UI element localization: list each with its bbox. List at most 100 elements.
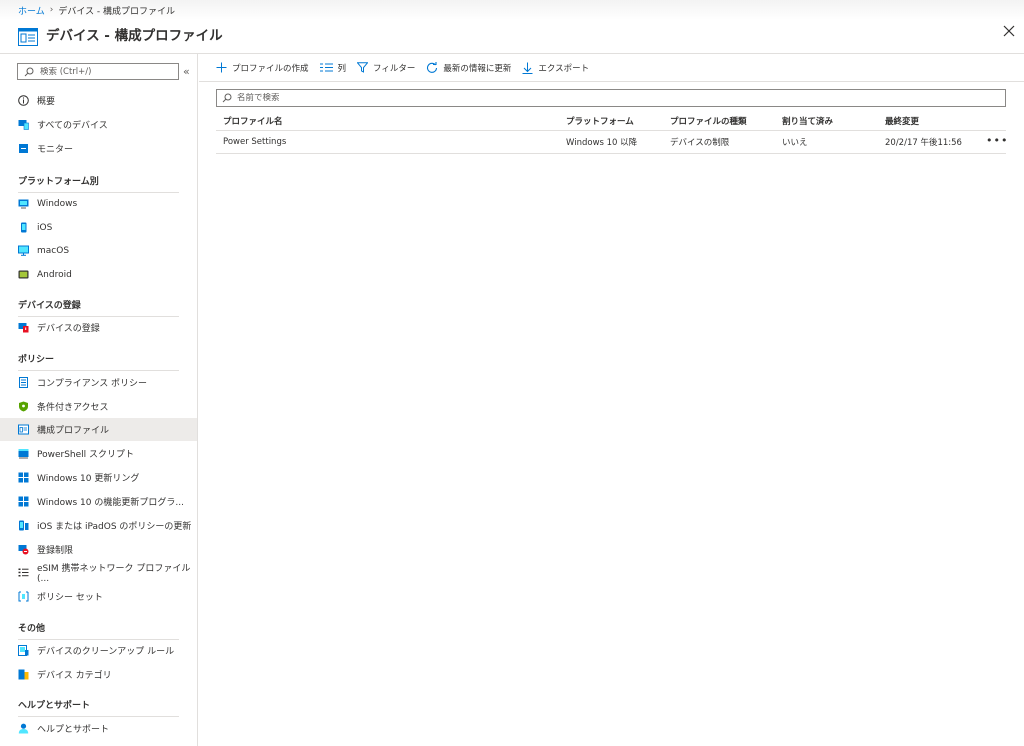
sidebar-item-label: モニター bbox=[37, 145, 74, 155]
sidebar-search[interactable] bbox=[17, 63, 179, 80]
columns-label: 列 bbox=[337, 63, 347, 74]
ios-device-icon bbox=[21, 222, 27, 233]
page-title: デバイス - 構成プロファイル bbox=[46, 28, 223, 44]
sidebar-item-powershell[interactable]: PowerShell スクリプト bbox=[0, 442, 197, 465]
sidebar-item-label: 条件付きアクセス bbox=[37, 403, 109, 413]
sidebar-item-windows[interactable]: Windows bbox=[0, 192, 197, 215]
filter-icon bbox=[357, 62, 369, 73]
search-icon bbox=[24, 67, 34, 76]
sidebar-item-label: Android bbox=[37, 269, 72, 280]
refresh-icon bbox=[427, 61, 438, 73]
title-bar: デバイス - 構成プロファイル bbox=[0, 20, 1024, 54]
export-button[interactable]: エクスポート bbox=[522, 62, 589, 74]
sidebar-item-label: ヘルプとサポート bbox=[37, 725, 110, 735]
android-device-icon bbox=[18, 270, 29, 279]
col-header-platform[interactable]: プラットフォーム bbox=[566, 115, 634, 127]
sidebar-item-conditional-access[interactable]: 条件付きアクセス bbox=[0, 395, 197, 418]
sidebar-item-enroll-devices[interactable]: デバイスの登録 bbox=[0, 316, 197, 339]
sidebar-item-label: 構成プロファイル bbox=[37, 426, 110, 436]
policy-set-icon bbox=[18, 591, 29, 602]
breadcrumb-home-link[interactable]: ホーム bbox=[18, 4, 45, 17]
sidebar: « 概要 すべてのデバイス モニター プラットフォーム別 Windows iOS… bbox=[0, 54, 198, 746]
search-icon bbox=[222, 93, 232, 103]
assigned-cell: いいえ bbox=[782, 138, 808, 148]
sidebar-item-label: iOS bbox=[37, 222, 53, 233]
sidebar-item-device-categories[interactable]: デバイス カテゴリ bbox=[0, 663, 197, 686]
columns-button[interactable]: 列 bbox=[319, 62, 347, 74]
sidebar-item-all-devices[interactable]: すべてのデバイス bbox=[0, 113, 197, 136]
compliance-icon bbox=[19, 377, 28, 388]
sidebar-item-android[interactable]: Android bbox=[0, 263, 197, 286]
sidebar-item-windows-update-rings[interactable]: Windows 10 更新リング bbox=[0, 466, 197, 489]
powershell-icon bbox=[18, 449, 29, 459]
sidebar-item-windows-feature-updates[interactable]: Windows 10 の機能更新プログラ... bbox=[0, 490, 197, 513]
breadcrumb: ホーム › デバイス - 構成プロファイル bbox=[0, 0, 1024, 20]
config-profile-icon bbox=[18, 28, 38, 46]
breadcrumb-current: デバイス - 構成プロファイル bbox=[58, 6, 176, 17]
section-other: その他 bbox=[18, 621, 179, 640]
ios-update-icon bbox=[19, 520, 29, 531]
refresh-label: 最新の情報に更新 bbox=[443, 63, 512, 74]
main-content: プロファイルの作成 列 フィルター 最新の情報に更新 エクスポート プロファイル… bbox=[199, 54, 1024, 746]
sidebar-item-label: すべてのデバイス bbox=[37, 121, 108, 131]
collapse-sidebar-button[interactable]: « bbox=[183, 65, 190, 78]
toolbar: プロファイルの作成 列 フィルター 最新の情報に更新 エクスポート bbox=[199, 54, 1024, 82]
sidebar-item-label: ポリシー セット bbox=[37, 593, 103, 603]
platform-cell: Windows 10 以降 bbox=[566, 138, 638, 148]
col-header-modified[interactable]: 最終変更 bbox=[885, 115, 919, 127]
section-enrollment: デバイスの登録 bbox=[18, 298, 179, 317]
sidebar-item-label: Windows bbox=[37, 198, 78, 209]
filter-button[interactable]: フィルター bbox=[357, 62, 415, 74]
sidebar-item-label: 登録制限 bbox=[37, 546, 74, 556]
sidebar-search-input[interactable] bbox=[40, 66, 170, 77]
sidebar-item-esim-profiles[interactable]: eSIM 携帯ネットワーク プロファイル (... bbox=[0, 561, 197, 584]
create-profile-button[interactable]: プロファイルの作成 bbox=[216, 62, 309, 74]
devices-icon bbox=[18, 120, 29, 130]
profile-name-cell[interactable]: Power Settings bbox=[223, 137, 286, 147]
enroll-restriction-icon bbox=[18, 545, 29, 555]
sidebar-item-cleanup-rules[interactable]: デバイスのクリーンアップ ルール bbox=[0, 639, 197, 662]
cleanup-icon bbox=[18, 645, 29, 656]
col-header-type[interactable]: プロファイルの種類 bbox=[670, 115, 747, 127]
col-header-name[interactable]: プロファイル名 bbox=[223, 115, 283, 127]
name-search-input[interactable] bbox=[237, 93, 937, 103]
sidebar-item-enrollment-restrictions[interactable]: 登録制限 bbox=[0, 538, 197, 561]
info-icon bbox=[18, 95, 29, 106]
col-header-assigned[interactable]: 割り当て済み bbox=[782, 115, 833, 127]
table-row[interactable]: Power Settings Windows 10 以降 デバイスの制限 いいえ… bbox=[216, 131, 1008, 154]
sidebar-item-configuration-profiles[interactable]: 構成プロファイル bbox=[0, 418, 197, 441]
windows-device-icon bbox=[18, 199, 29, 209]
sidebar-item-label: Windows 10 更新リング bbox=[37, 474, 140, 484]
sidebar-item-label: デバイスの登録 bbox=[37, 324, 100, 334]
plus-icon bbox=[216, 62, 227, 73]
export-label: エクスポート bbox=[538, 63, 590, 74]
sidebar-item-monitor[interactable]: モニター bbox=[0, 137, 197, 160]
section-help: ヘルプとサポート bbox=[18, 698, 179, 717]
columns-icon bbox=[319, 63, 333, 72]
windows-logo-icon bbox=[18, 472, 29, 483]
sidebar-item-ios[interactable]: iOS bbox=[0, 216, 197, 239]
sidebar-item-label: macOS bbox=[37, 245, 70, 256]
enroll-icon bbox=[18, 323, 29, 333]
modified-cell: 20/2/17 午後11:56 bbox=[885, 138, 962, 148]
sidebar-item-policy-sets[interactable]: ポリシー セット bbox=[0, 585, 197, 608]
sidebar-item-help-support[interactable]: ヘルプとサポート bbox=[0, 717, 197, 740]
sidebar-item-compliance[interactable]: コンプライアンス ポリシー bbox=[0, 371, 197, 394]
sidebar-item-overview[interactable]: 概要 bbox=[0, 89, 197, 112]
sidebar-item-label: デバイス カテゴリ bbox=[37, 671, 112, 681]
refresh-button[interactable]: 最新の情報に更新 bbox=[426, 61, 512, 74]
sidebar-item-label: コンプライアンス ポリシー bbox=[37, 379, 148, 389]
shield-icon bbox=[19, 401, 28, 412]
sidebar-item-macos[interactable]: macOS bbox=[0, 239, 197, 262]
create-profile-label: プロファイルの作成 bbox=[232, 63, 309, 74]
person-help-icon bbox=[18, 723, 29, 734]
monitor-icon bbox=[19, 144, 28, 153]
breadcrumb-separator: › bbox=[49, 5, 54, 15]
sidebar-item-label: Windows 10 の機能更新プログラ... bbox=[37, 498, 184, 508]
close-icon[interactable] bbox=[1002, 24, 1016, 38]
name-search-box[interactable] bbox=[216, 89, 1006, 107]
more-options-icon[interactable]: ••• bbox=[986, 134, 1008, 147]
windows-logo-icon bbox=[18, 496, 29, 507]
sidebar-item-ios-update-policies[interactable]: iOS または iPadOS のポリシーの更新 bbox=[0, 514, 197, 537]
sidebar-item-label: 概要 bbox=[37, 97, 56, 107]
